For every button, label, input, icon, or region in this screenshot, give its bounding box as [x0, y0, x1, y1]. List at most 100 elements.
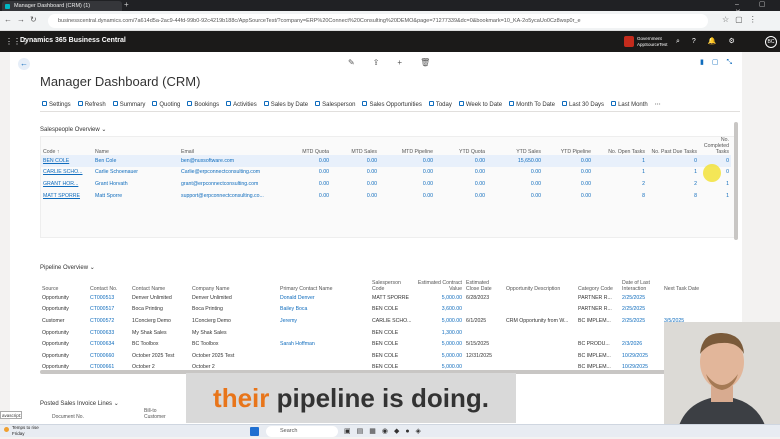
table-cell[interactable]: 0.00	[487, 178, 543, 190]
table-cell[interactable]: Grant Horvath	[93, 178, 179, 190]
browser-tab[interactable]: Manager Dashboard (CRM) (1)	[2, 1, 122, 11]
table-cell[interactable]: CT000513	[88, 292, 130, 304]
page-actions-icon[interactable]: ✎⇪+🗑	[348, 58, 448, 67]
table-cell[interactable]: 0.00	[543, 178, 593, 190]
table-cell[interactable]: 1	[593, 167, 647, 179]
table-cell[interactable]: ben@nuxsoftware.com	[179, 155, 283, 167]
table-cell[interactable]: 0.00	[283, 167, 331, 179]
page-view-icons[interactable]: ▮▢⤡	[700, 58, 740, 67]
table-cell[interactable]: CT000572	[88, 315, 130, 327]
command-sales-opportunities[interactable]: Sales Opportunities	[362, 100, 422, 108]
table-row[interactable]: MATT SPORRE Matt Sporre support@erpconnect…	[41, 190, 731, 202]
table-cell[interactable]: 1	[593, 155, 647, 167]
table-cell[interactable]: 0.00	[435, 167, 487, 179]
table-cell[interactable]: CT000634	[88, 338, 130, 350]
table-cell[interactable]: 0.00	[331, 155, 379, 167]
command-sales-by-date[interactable]: Sales by Date	[263, 100, 308, 108]
column-header[interactable]: No. Open Tasks	[593, 137, 647, 155]
invoice-title[interactable]: Posted Sales Invoice Lines ⌄	[40, 400, 119, 407]
nav-arrows-icon[interactable]: ←→↻	[4, 15, 42, 24]
table-cell[interactable]: 0.00	[435, 155, 487, 167]
table-cell[interactable]: 0.00	[435, 178, 487, 190]
command-last-30-days[interactable]: Last 30 Days	[562, 100, 604, 108]
table-cell[interactable]: BEN COLE	[41, 155, 93, 167]
table-cell[interactable]: CARLIE SCHO...	[41, 167, 93, 179]
table-cell[interactable]: 2/25/2025	[620, 315, 662, 327]
table-cell[interactable]: 5,000.00	[414, 338, 464, 350]
new-tab-icon[interactable]: +	[124, 0, 129, 9]
column-header[interactable]: Estimated Contract Value	[414, 274, 464, 292]
column-header[interactable]: Source	[40, 274, 88, 292]
taskbar-search[interactable]: Search	[266, 426, 338, 437]
column-header[interactable]: Contact Name	[130, 274, 190, 292]
table-cell[interactable]: 2/25/2025	[620, 292, 662, 304]
table-cell[interactable]: Carlie Schoenauer	[93, 167, 179, 179]
column-header[interactable]: MTD Quota	[283, 137, 331, 155]
table-row[interactable]: Opportunity CT000660 October 2025 Test Octo…	[40, 350, 730, 362]
table-cell[interactable]	[662, 292, 730, 304]
table-cell[interactable]: grant@erpconnectconsulting.com	[179, 178, 283, 190]
column-header[interactable]: MTD Sales	[331, 137, 379, 155]
column-header[interactable]: YTD Pipeline	[543, 137, 593, 155]
table-cell[interactable]: 0.00	[543, 155, 593, 167]
table-row[interactable]: Customer CT000572 1Concierg Demo 1Concierg …	[40, 315, 730, 327]
table-cell[interactable]: 8	[593, 190, 647, 202]
command-week-to-date[interactable]: Week to Date	[458, 100, 502, 108]
pipeline-title[interactable]: Pipeline Overview ⌄	[40, 264, 95, 271]
column-header[interactable]: YTD Quota	[435, 137, 487, 155]
salespeople-title[interactable]: Salespeople Overview ⌄	[40, 126, 106, 133]
column-header[interactable]: Opportunity Description	[504, 274, 576, 292]
column-header[interactable]: Primary Contact Name	[278, 274, 370, 292]
table-cell[interactable]	[278, 327, 370, 339]
browser-actions-icon[interactable]: ☆▢⋮	[722, 15, 763, 24]
table-cell[interactable]: 0.00	[283, 190, 331, 202]
table-cell[interactable]: Sarah Hoffman	[278, 338, 370, 350]
table-cell[interactable]: 2	[647, 178, 699, 190]
column-header[interactable]: Company Name	[190, 274, 278, 292]
table-cell[interactable]: 2	[593, 178, 647, 190]
table-cell[interactable]: 0.00	[379, 155, 435, 167]
column-header[interactable]: No. Completed Tasks	[699, 137, 731, 155]
table-cell[interactable]: Matt Sporre	[93, 190, 179, 202]
command-refresh[interactable]: Refresh	[77, 100, 106, 108]
taskbar-apps-icon[interactable]: ▣▤▦◉◆●◈	[344, 427, 427, 435]
avatar[interactable]: BC	[765, 36, 777, 48]
column-header[interactable]: Estimated Close Date	[464, 274, 504, 292]
table-cell[interactable]: GRANT HOR...	[41, 178, 93, 190]
column-header[interactable]: Salesperson Code	[370, 274, 414, 292]
command-last-month[interactable]: Last Month	[611, 100, 648, 108]
table-row[interactable]: Opportunity CT000633 My Shak Sales My Shak …	[40, 327, 730, 339]
table-cell[interactable]: 0.00	[435, 190, 487, 202]
table-cell[interactable]: 5,000.00	[414, 315, 464, 327]
table-cell[interactable]: 0.00	[379, 167, 435, 179]
command-bookings[interactable]: Bookings	[187, 100, 219, 108]
table-cell[interactable]: CT000517	[88, 304, 130, 316]
column-header[interactable]: Contact No.	[88, 274, 130, 292]
table-cell[interactable]: 0.00	[331, 178, 379, 190]
table-cell[interactable]: 8	[647, 190, 699, 202]
command-salesperson[interactable]: Salesperson	[315, 100, 355, 108]
table-cell[interactable]: 2/3/2026	[620, 338, 662, 350]
column-header[interactable]: No. Past Due Tasks	[647, 137, 699, 155]
environment-badge[interactable]: Government AppSourceTest	[637, 36, 671, 47]
table-cell[interactable]: Bailey Boca	[278, 304, 370, 316]
command-settings[interactable]: Settings	[42, 100, 71, 108]
column-header[interactable]: Name	[93, 137, 179, 155]
table-row[interactable]: GRANT HOR... Grant Horvath grant@erpconnec…	[41, 178, 731, 190]
column-header[interactable]: Date of Last Interaction	[620, 274, 662, 292]
command-quoting[interactable]: Quoting	[152, 100, 180, 108]
scrollbar[interactable]	[734, 122, 738, 240]
more-commands-icon[interactable]: ⋯	[655, 101, 661, 108]
table-cell[interactable]: 0.00	[379, 178, 435, 190]
command-summary[interactable]: Summary	[112, 100, 145, 108]
column-header[interactable]: MTD Pipeline	[379, 137, 435, 155]
table-cell[interactable]: 0.00	[487, 167, 543, 179]
command-today[interactable]: Today	[428, 100, 452, 108]
start-icon[interactable]	[250, 427, 259, 436]
table-row[interactable]: Opportunity CT000517 Boca Printing Boca Pri…	[40, 304, 730, 316]
column-header[interactable]: Category Code	[576, 274, 620, 292]
table-cell[interactable]: 1	[699, 190, 731, 202]
table-cell[interactable]: 15,650.00	[487, 155, 543, 167]
table-cell[interactable]: CT000660	[88, 350, 130, 362]
table-cell[interactable]: 5,000.00	[414, 350, 464, 362]
